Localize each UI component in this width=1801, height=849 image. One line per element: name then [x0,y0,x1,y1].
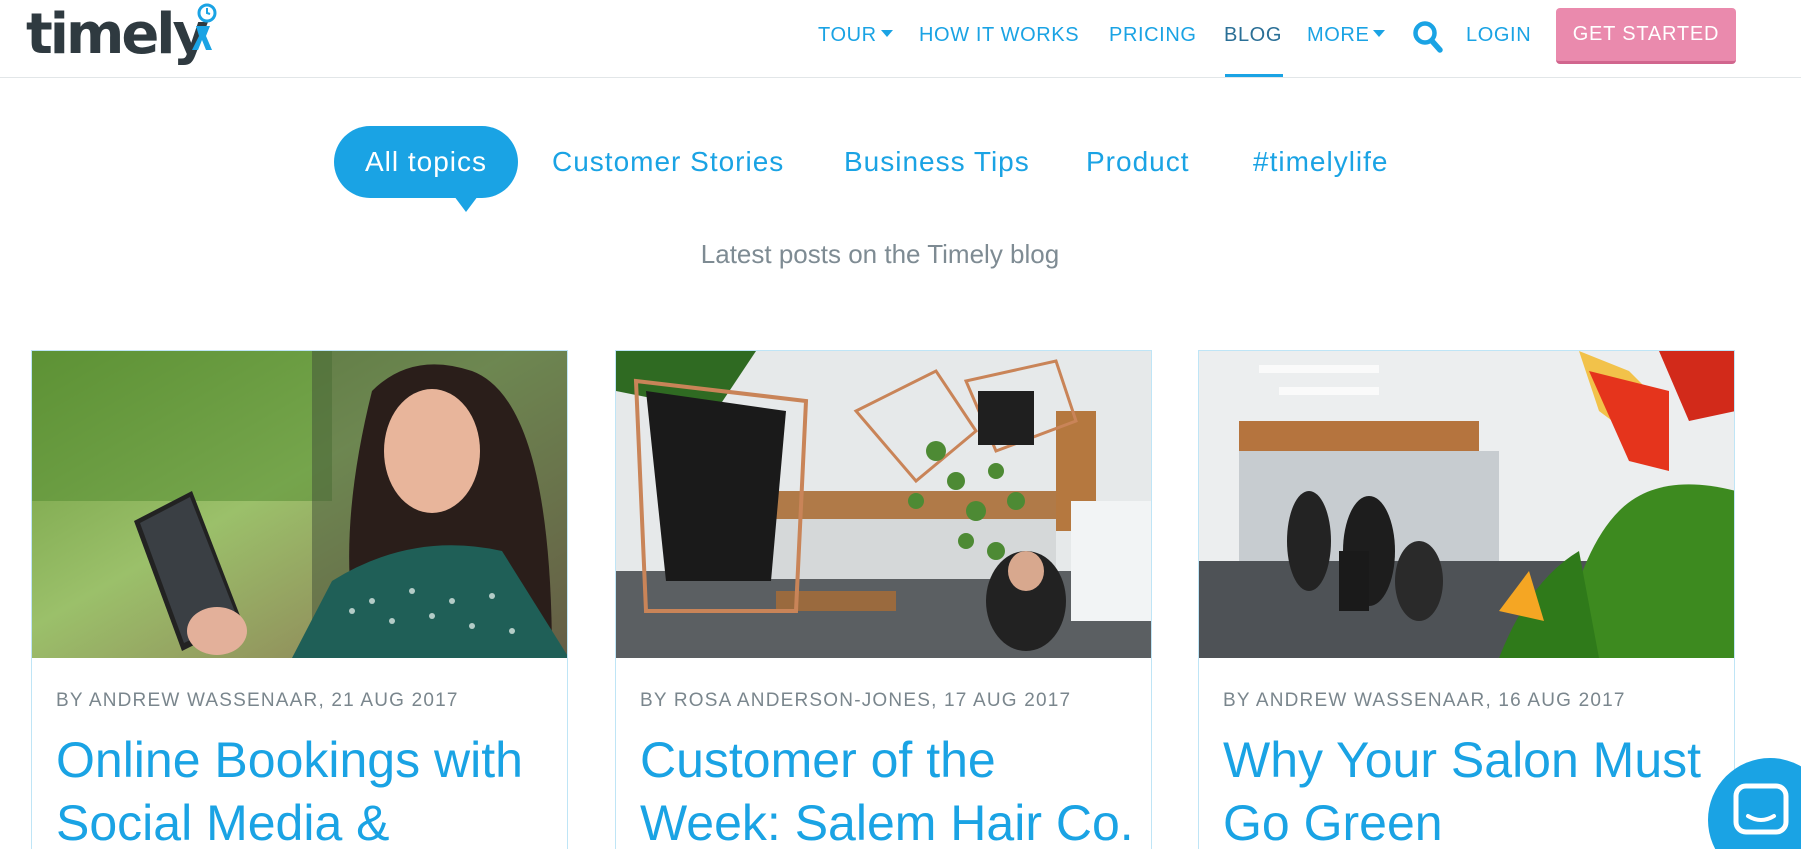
topic-timelylife[interactable]: #timelylife [1253,142,1388,182]
blog-subtitle: Latest posts on the Timely blog [700,239,1060,269]
nav-active-underline [1225,74,1283,77]
post-title[interactable]: Customer of the Week: Salem Hair Co. [640,729,1140,849]
get-started-button[interactable]: GET STARTED [1556,8,1736,64]
timely-logo[interactable]: timely [26,2,217,68]
post-card[interactable]: BY ANDREW WASSENAAR, 16 AUG 2017 Why You… [1198,350,1735,849]
site-header: timely TOUR HOW IT WORKS PRICING BLOG MO… [0,0,1801,78]
search-icon[interactable] [1412,20,1444,54]
nav-more[interactable]: MORE [1307,22,1386,48]
topic-product[interactable]: Product [1086,142,1190,182]
nav-pricing[interactable]: PRICING [1109,22,1197,48]
post-image[interactable] [616,351,1151,658]
post-card[interactable]: BY ROSA ANDERSON-JONES, 17 AUG 2017 Cust… [615,350,1152,849]
post-image[interactable] [32,351,567,658]
chevron-down-icon [880,30,893,38]
salon-interior-flowers-photo [1199,351,1734,658]
nav-more-label: MORE [1307,24,1370,46]
post-meta: BY ANDREW WASSENAAR, 21 AUG 2017 [56,690,459,711]
post-meta: BY ANDREW WASSENAAR, 16 AUG 2017 [1223,690,1626,711]
post-title[interactable]: Online Bookings with Social Media & [56,729,556,849]
post-title[interactable]: Why Your Salon Must Go Green [1223,729,1723,849]
nav-tour-label: TOUR [818,24,877,46]
login-link[interactable]: LOGIN [1466,22,1531,48]
topic-customer-stories[interactable]: Customer Stories [552,142,784,182]
chevron-down-icon [1373,30,1386,38]
post-meta: BY ROSA ANDERSON-JONES, 17 AUG 2017 [640,690,1072,711]
chat-icon [1733,783,1789,835]
topic-business-tips[interactable]: Business Tips [844,142,1030,182]
nav-blog[interactable]: BLOG [1224,22,1282,48]
logo-text: timely [26,2,209,67]
nav-tour[interactable]: TOUR [818,22,893,48]
salon-plants-photo [616,351,1151,658]
post-image[interactable] [1199,351,1734,658]
logo-figure-icon [192,3,217,50]
nav-how-it-works[interactable]: HOW IT WORKS [919,22,1079,48]
post-card[interactable]: BY ANDREW WASSENAAR, 21 AUG 2017 Online … [31,350,568,849]
topic-all-topics[interactable]: All topics [334,126,518,198]
woman-with-tablet-photo [32,351,567,658]
active-topic-pointer [454,196,478,212]
